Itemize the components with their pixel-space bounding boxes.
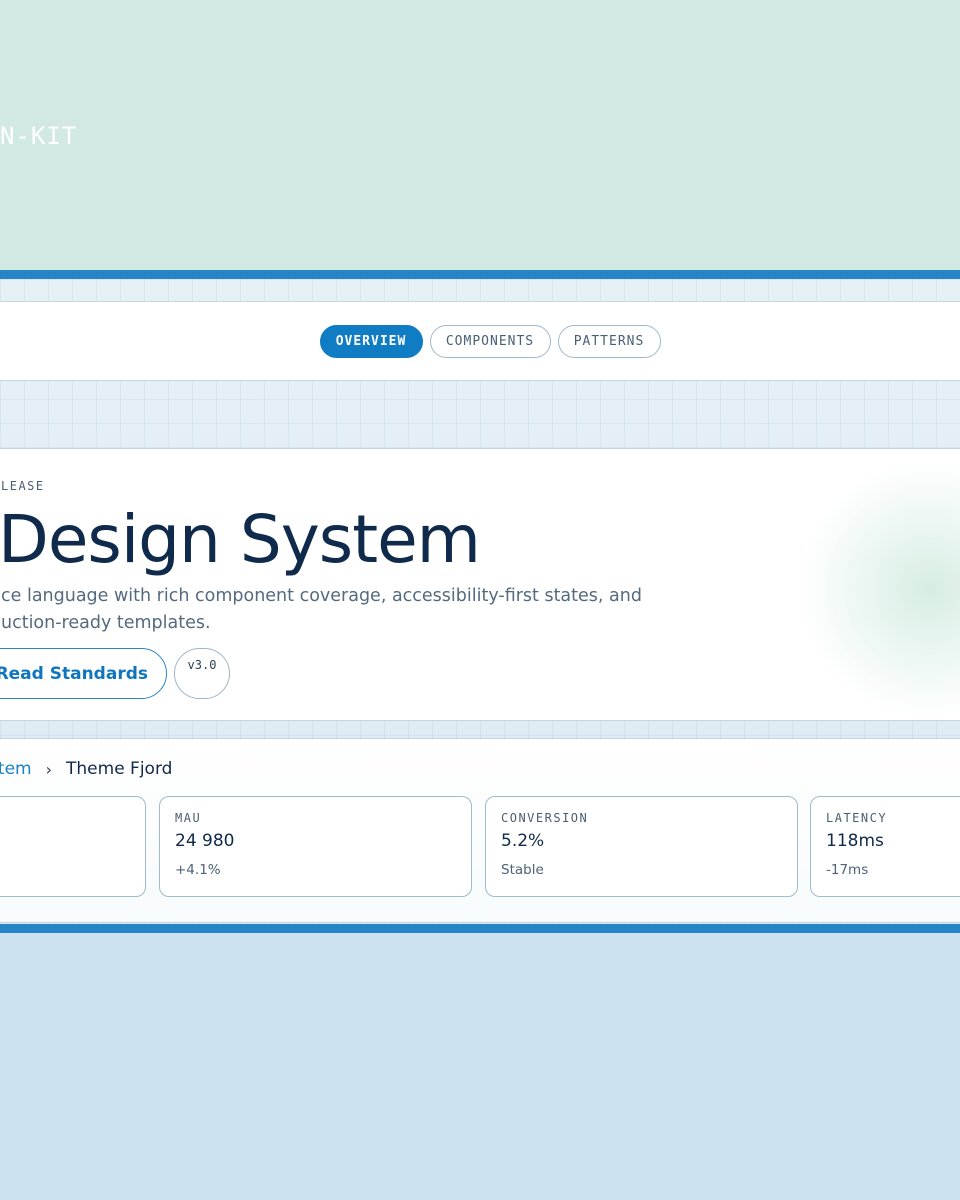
hero-title: Design System <box>0 501 481 578</box>
app-frame: OVERVIEW COMPONENTS PATTERNS LEASE Desig… <box>0 270 960 933</box>
chevron-right-icon: › <box>45 759 53 779</box>
stat-card-mau: MAU 24 980 +4.1% <box>159 796 472 897</box>
version-badge: v3.0 <box>174 648 230 699</box>
hero-eyebrow: LEASE <box>1 479 45 493</box>
hero-glow <box>799 459 960 719</box>
stat-delta: Stable <box>501 862 544 878</box>
breadcrumb-link[interactable]: ystem <box>0 759 32 779</box>
stat-value: 5.2% <box>501 831 545 851</box>
read-standards-button[interactable]: Read Standards <box>0 648 167 699</box>
stat-value: 118ms <box>826 831 884 851</box>
tab-components[interactable]: COMPONENTS <box>429 324 551 358</box>
stat-label: CONVERSION <box>501 811 589 825</box>
stat-delta: -17ms <box>826 862 869 878</box>
top-nav: OVERVIEW COMPONENTS PATTERNS <box>0 301 960 381</box>
stat-label: LATENCY <box>826 811 888 825</box>
stat-value: 24 980 <box>175 831 235 851</box>
stat-card-conversion: CONVERSION 5.2% Stable <box>485 796 798 897</box>
breadcrumb: ystem › Theme Fjord <box>0 759 173 779</box>
breadcrumb-current: Theme Fjord <box>66 759 173 779</box>
hero-card: LEASE Design System ce language with ric… <box>0 448 960 721</box>
stat-card <box>0 796 146 897</box>
hero-description: ce language with rich component coverage… <box>1 586 642 633</box>
stat-label: MAU <box>175 811 202 825</box>
stats-panel: ystem › Theme Fjord MAU 24 980 +4.1% CON… <box>0 738 960 923</box>
tab-overview[interactable]: OVERVIEW <box>319 324 423 358</box>
kit-label: N-KIT <box>0 122 78 150</box>
tab-patterns[interactable]: PATTERNS <box>557 324 661 358</box>
top-band: N-KIT <box>0 0 960 270</box>
stat-card-latency: LATENCY 118ms -17ms <box>810 796 960 897</box>
bottom-band <box>0 933 960 1200</box>
stat-delta: +4.1% <box>175 862 221 878</box>
